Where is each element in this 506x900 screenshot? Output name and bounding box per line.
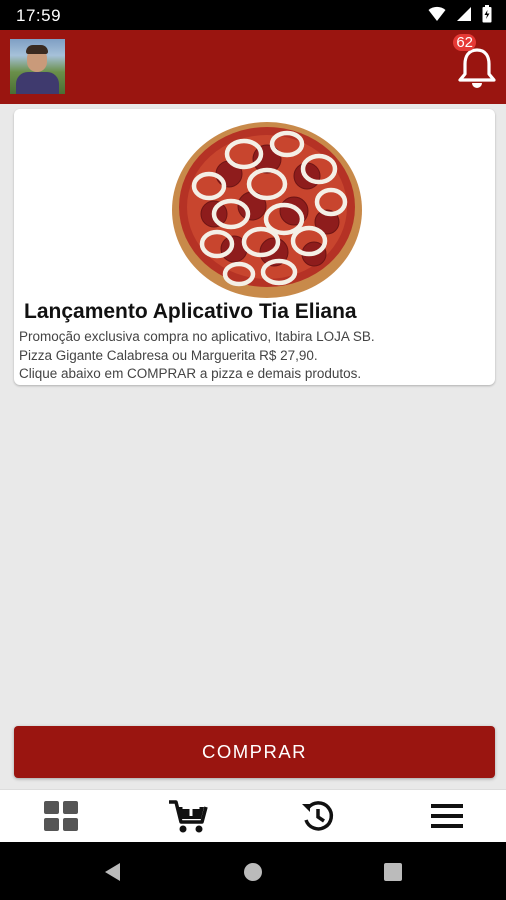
battery-icon — [482, 5, 492, 23]
buy-button[interactable]: COMPRAR — [14, 726, 495, 778]
menu-icon — [431, 804, 463, 828]
status-time: 17:59 — [16, 6, 62, 25]
nav-item-cart[interactable] — [168, 797, 208, 835]
back-icon[interactable] — [101, 860, 125, 884]
system-navigation-bar — [0, 842, 506, 900]
status-bar: 17:59 — [0, 0, 506, 30]
wifi-icon — [428, 6, 446, 21]
promo-description-line: Pizza Gigante Calabresa ou Marguerita R$… — [19, 347, 318, 363]
bottom-navigation — [0, 789, 506, 842]
nav-item-history[interactable] — [298, 797, 338, 835]
app-header: 62 — [0, 30, 506, 104]
home-icon[interactable] — [241, 860, 265, 884]
grid-icon — [44, 801, 78, 831]
avatar[interactable] — [10, 39, 65, 94]
signal-icon — [457, 7, 471, 21]
pizza-image — [172, 122, 362, 298]
promo-description-line: Clique abaixo em COMPRAR a pizza e demai… — [19, 366, 362, 381]
nav-item-menu[interactable] — [427, 797, 467, 835]
promo-title: Lançamento Aplicativo Tia Eliana — [24, 300, 357, 323]
recents-icon[interactable] — [381, 860, 405, 884]
notification-badge: 62 — [453, 34, 476, 51]
history-icon — [302, 801, 334, 831]
promo-description-line: Promoção exclusiva compra no aplicativo,… — [19, 329, 375, 344]
promo-card[interactable]: Lançamento Aplicativo Tia Eliana Promoçã… — [14, 109, 495, 385]
add-to-cart-icon — [169, 799, 208, 833]
avatar-hair — [26, 45, 48, 54]
status-icons — [428, 5, 492, 23]
avatar-shirt — [16, 72, 59, 94]
nav-item-grid[interactable] — [41, 797, 81, 835]
promo-description: Promoção exclusiva compra no aplicativo,… — [19, 328, 375, 384]
